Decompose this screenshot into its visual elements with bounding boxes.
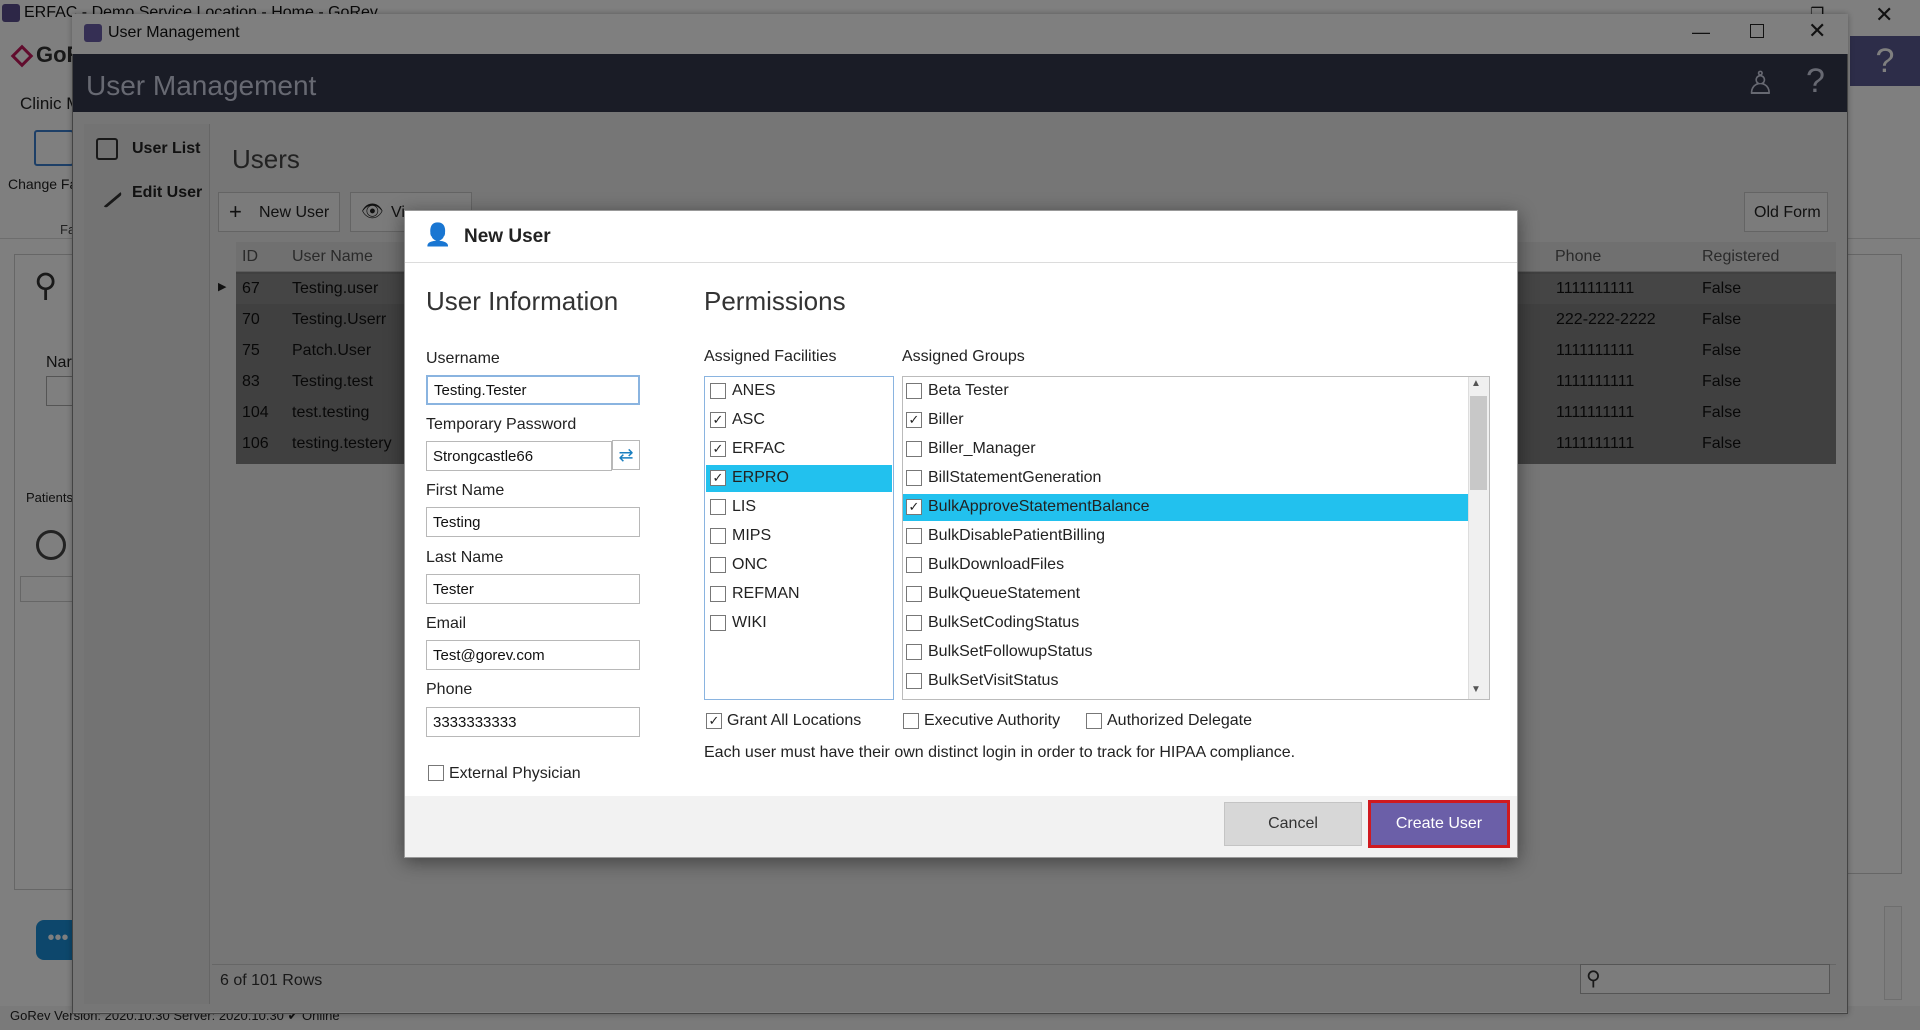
facility-item[interactable]: ONC [706, 552, 892, 579]
assigned-groups-label: Assigned Groups [902, 348, 1025, 365]
dialog-title: New User [464, 226, 551, 247]
facility-item[interactable]: ANES [706, 378, 892, 405]
group-checkbox[interactable] [906, 412, 922, 428]
facility-item[interactable]: ERPRO [706, 465, 892, 492]
group-checkbox[interactable] [906, 383, 922, 399]
facility-label: ANES [732, 382, 776, 399]
group-item[interactable]: BulkDisablePatientBilling [903, 523, 1468, 550]
group-checkbox[interactable] [906, 528, 922, 544]
group-item[interactable]: Beta Tester [903, 378, 1468, 405]
group-label: BulkSetVisitStatus [928, 672, 1059, 689]
facility-label: ASC [732, 411, 765, 428]
create-user-button[interactable]: Create User [1368, 800, 1510, 848]
group-checkbox[interactable] [906, 470, 922, 486]
temporary-password-label: Temporary Password [426, 416, 577, 433]
group-item[interactable]: BulkSetFollowupStatus [903, 639, 1468, 666]
first-name-label: First Name [426, 482, 505, 499]
group-label: BulkSetFollowupStatus [928, 643, 1093, 660]
external-physician-checkbox[interactable] [428, 765, 444, 781]
group-label: Biller [928, 411, 964, 428]
facility-checkbox[interactable] [710, 441, 726, 457]
group-item[interactable]: BulkDownloadFiles [903, 552, 1468, 579]
last-name-label: Last Name [426, 549, 504, 566]
assigned-facilities-label: Assigned Facilities [704, 348, 837, 365]
username-field[interactable] [426, 375, 640, 405]
group-item[interactable]: BulkQueueStatement [903, 581, 1468, 608]
add-user-icon: 👤 [424, 222, 452, 247]
permissions-heading: Permissions [704, 286, 846, 316]
group-label: BulkDisablePatientBilling [928, 527, 1105, 544]
cancel-button[interactable]: Cancel [1224, 802, 1362, 846]
facility-item[interactable]: MIPS [706, 523, 892, 550]
group-item[interactable]: Biller_Manager [903, 436, 1468, 463]
facility-item[interactable]: WIKI [706, 610, 892, 637]
grant-all-locations-label: Grant All Locations [727, 712, 862, 729]
group-item[interactable]: Biller [903, 407, 1468, 434]
group-label: BulkQueueStatement [928, 585, 1081, 602]
first-name-field[interactable] [426, 507, 640, 537]
facility-checkbox[interactable] [710, 499, 726, 515]
temporary-password-field[interactable] [426, 441, 612, 471]
email-label: Email [426, 615, 467, 632]
group-item[interactable]: BulkSetVisitStatus [903, 668, 1468, 695]
authorized-delegate-checkbox[interactable] [1086, 713, 1102, 729]
phone-label: Phone [426, 681, 473, 698]
facility-label: ERPRO [732, 469, 789, 486]
facility-label: LIS [732, 498, 757, 515]
facility-item[interactable]: LIS [706, 494, 892, 521]
facility-checkbox[interactable] [710, 586, 726, 602]
facility-checkbox[interactable] [710, 615, 726, 631]
group-checkbox[interactable] [906, 441, 922, 457]
facility-checkbox[interactable] [710, 470, 726, 486]
grant-all-locations-checkbox[interactable] [706, 713, 722, 729]
group-checkbox[interactable] [906, 644, 922, 660]
group-label: BulkDownloadFiles [928, 556, 1065, 573]
groups-scrollbar-thumb[interactable] [1470, 396, 1487, 490]
facility-label: ONC [732, 556, 768, 573]
facility-item[interactable]: ASC [706, 407, 892, 434]
external-physician-label: External Physician [449, 765, 581, 782]
facility-item[interactable]: REFMAN [706, 581, 892, 608]
phone-field[interactable] [426, 707, 640, 737]
facility-label: MIPS [732, 527, 772, 544]
group-checkbox[interactable] [906, 557, 922, 573]
group-checkbox[interactable] [906, 673, 922, 689]
facility-label: REFMAN [732, 585, 800, 602]
facility-label: WIKI [732, 614, 767, 631]
dialog-divider [405, 262, 1517, 263]
last-name-field[interactable] [426, 574, 640, 604]
facility-label: ERFAC [732, 440, 786, 457]
regenerate-password-icon[interactable]: ⇄ [612, 440, 640, 470]
email-field[interactable] [426, 640, 640, 670]
group-label: BulkApproveStatementBalance [928, 498, 1150, 515]
facility-checkbox[interactable] [710, 528, 726, 544]
facility-checkbox[interactable] [710, 383, 726, 399]
group-item[interactable]: BulkApproveStatementBalance [903, 494, 1468, 521]
group-checkbox[interactable] [906, 499, 922, 515]
group-label: BillStatementGeneration [928, 469, 1102, 486]
group-item[interactable]: BulkSetCodingStatus [903, 610, 1468, 637]
scroll-up-icon[interactable]: ▲ [1471, 378, 1481, 389]
group-checkbox[interactable] [906, 586, 922, 602]
executive-authority-label: Executive Authority [924, 712, 1061, 729]
user-information-heading: User Information [426, 286, 619, 316]
facility-item[interactable]: ERFAC [706, 436, 892, 463]
facility-checkbox[interactable] [710, 412, 726, 428]
facility-checkbox[interactable] [710, 557, 726, 573]
scroll-down-icon[interactable]: ▼ [1471, 684, 1481, 695]
authorized-delegate-label: Authorized Delegate [1107, 712, 1252, 729]
group-item[interactable]: BillStatementGeneration [903, 465, 1468, 492]
executive-authority-checkbox[interactable] [903, 713, 919, 729]
username-label: Username [426, 350, 500, 367]
hipaa-note: Each user must have their own distinct l… [704, 744, 1296, 761]
group-checkbox[interactable] [906, 615, 922, 631]
group-label: BulkSetCodingStatus [928, 614, 1080, 631]
group-label: Biller_Manager [928, 440, 1036, 457]
group-label: Beta Tester [928, 382, 1009, 399]
